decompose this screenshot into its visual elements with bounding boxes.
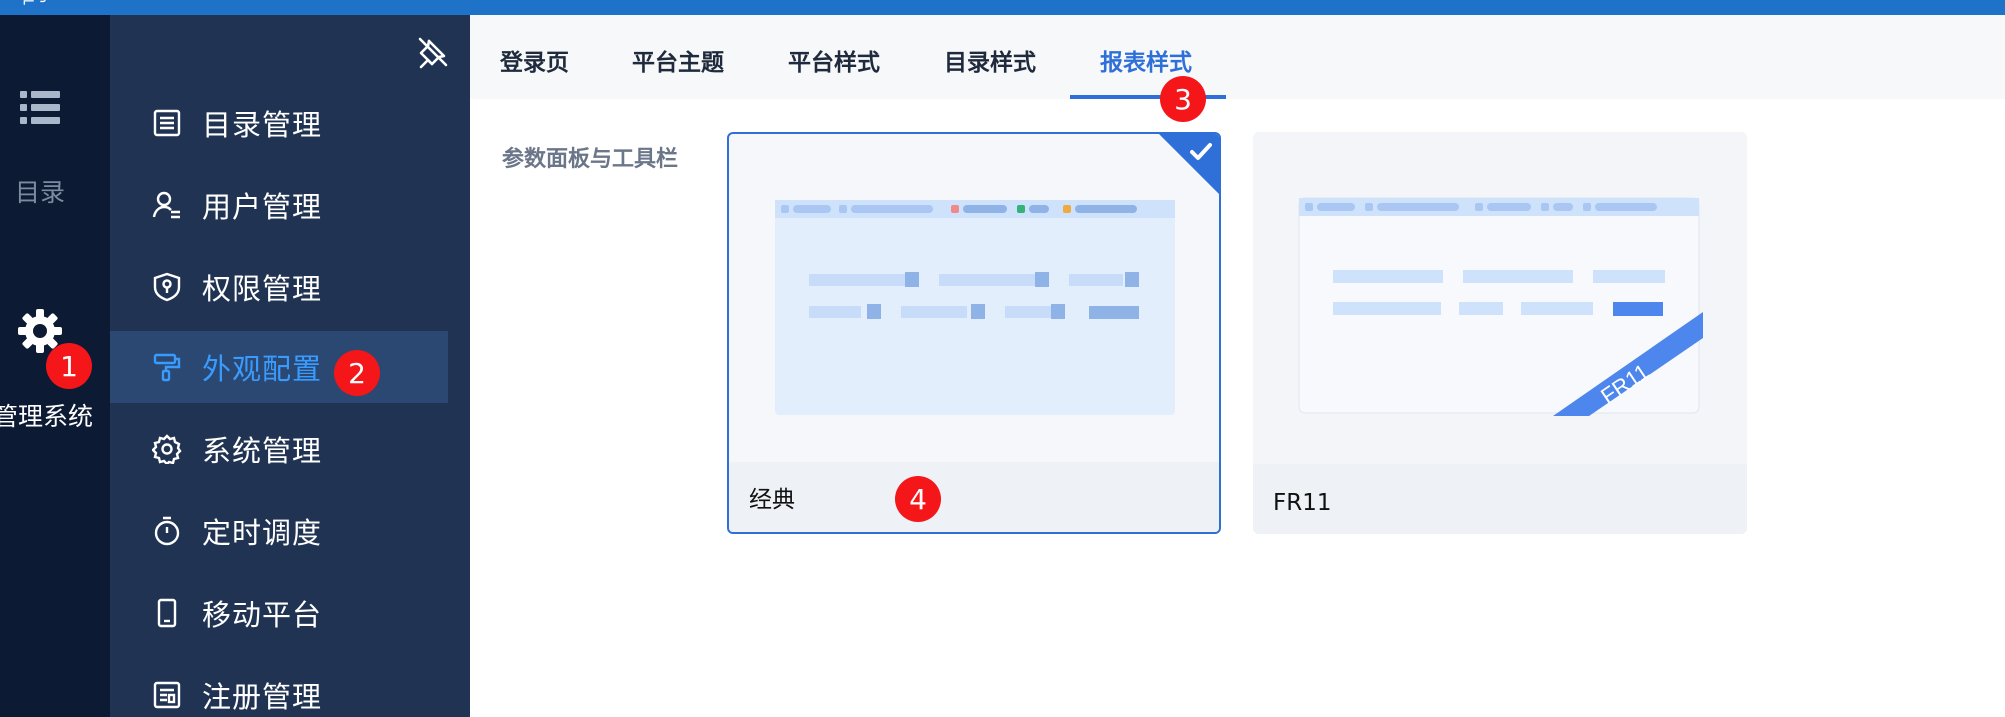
list-doc-icon [152,108,182,138]
card-footer: FR11 [1253,464,1747,534]
shield-icon [152,272,182,302]
selected-check-icon [1159,134,1219,194]
tab-platform-style[interactable]: 平台样式 [788,43,880,77]
menu-item-system[interactable]: 系统管理 [110,413,448,485]
paint-roller-icon [152,352,182,382]
annotation-badge-1: 1 [46,343,92,389]
menu-item-users[interactable]: 用户管理 [110,169,448,241]
stopwatch-icon [152,516,182,546]
menu-item-appearance[interactable]: 外观配置 [110,331,448,403]
register-icon [152,680,182,710]
menu-item-mobile[interactable]: 移动平台 [110,577,448,649]
menu-item-scheduler[interactable]: 定时调度 [110,495,448,567]
gear-icon [151,434,182,466]
classic-preview-thumbnail [775,200,1175,415]
tab-directory-style[interactable]: 目录样式 [944,43,1036,77]
section-label: 参数面板与工具栏 [502,147,679,172]
card-label: 经典 [749,487,795,513]
menu-item-label: 系统管理 [202,434,323,468]
fr11-preview-thumbnail: FR11 [1298,197,1703,416]
style-card-fr11[interactable]: FR11 FR11 [1253,132,1747,534]
user-icon [152,190,182,220]
menu-item-registration[interactable]: 注册管理 [110,659,448,717]
rail-directory-label[interactable]: 目录 [0,173,80,209]
menu-item-label: 目录管理 [202,108,323,142]
menu-item-label: 权限管理 [202,272,323,306]
pin-icon[interactable] [416,35,450,69]
menu-item-label: 外观配置 [202,352,323,386]
annotation-badge-4: 4 [895,476,941,522]
rail-system-label[interactable]: 管理系统 [0,397,98,433]
menu-item-label: 移动平台 [202,598,323,632]
annotation-badge-2: 2 [334,350,380,396]
card-label: FR11 [1273,490,1332,516]
top-header-bar: ⌐ ╯ [0,0,2005,15]
menu-item-label: 注册管理 [202,680,323,714]
mobile-icon [152,598,182,628]
menu-item-permissions[interactable]: 权限管理 [110,251,448,323]
management-menu: 目录管理 用户管理 权限管理 外观配置 系统管理 定时调度 移动平台 注册管理 [110,15,470,717]
menu-item-label: 定时调度 [202,516,323,550]
tab-login-page[interactable]: 登录页 [500,43,569,77]
menu-item-label: 用户管理 [202,190,323,224]
directory-list-icon[interactable] [20,91,60,125]
card-footer: 经典 [729,462,1219,532]
main-content: 登录页 平台主题 平台样式 目录样式 报表样式 参数面板与工具栏 经典 FR11… [470,15,2005,717]
tab-platform-theme[interactable]: 平台主题 [632,43,724,77]
menu-item-directory[interactable]: 目录管理 [110,87,448,159]
style-card-classic[interactable]: 经典 [727,132,1221,534]
tab-bar: 登录页 平台主题 平台样式 目录样式 报表样式 [470,15,2005,99]
annotation-badge-3: 3 [1160,76,1206,122]
logo-icon: ⌐ ╯ [22,0,51,11]
tab-report-style[interactable]: 报表样式 [1100,43,1192,77]
